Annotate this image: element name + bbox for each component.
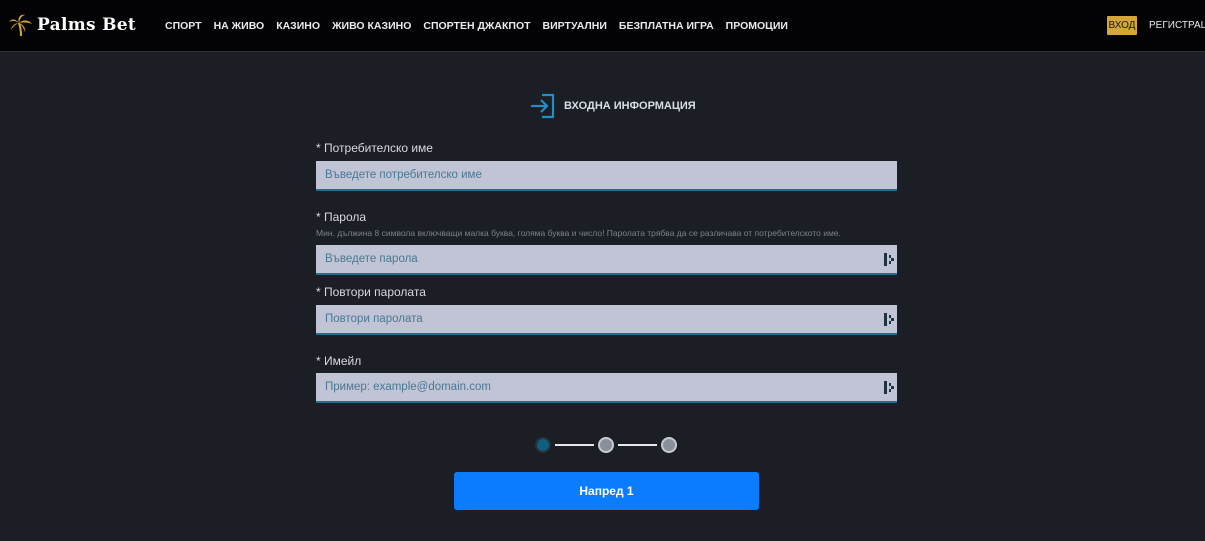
login-button[interactable]: ВХОД: [1107, 16, 1137, 35]
password-label: * Парола: [316, 210, 367, 224]
email-field-wrapper: [316, 373, 897, 403]
brand-logo[interactable]: Palms Bet: [8, 10, 136, 40]
next-step-button[interactable]: Напред 1: [454, 472, 759, 510]
step-connector: [618, 444, 657, 446]
nav-item-live-casino[interactable]: ЖИВО КАЗИНО: [332, 20, 411, 32]
main-nav: СПОРТ НА ЖИВО КАЗИНО ЖИВО КАЗИНО СПОРТЕН…: [165, 0, 800, 52]
nav-item-live[interactable]: НА ЖИВО: [214, 20, 265, 32]
password-repeat-field-wrapper: [316, 305, 897, 335]
sign-in-icon: [531, 93, 555, 119]
password-hint: Мин. дължина 8 символа включващи малка б…: [316, 228, 841, 238]
password-repeat-label: * Повтори паролата: [316, 285, 426, 299]
password-manager-icon[interactable]: [884, 313, 894, 326]
password-field-wrapper: [316, 245, 897, 275]
nav-item-free-play[interactable]: БЕЗПЛАТНА ИГРА: [619, 20, 714, 32]
password-repeat-input[interactable]: [316, 305, 897, 333]
email-label: * Имейл: [316, 354, 362, 368]
top-header: Palms Bet СПОРТ НА ЖИВО КАЗИНО ЖИВО КАЗИ…: [0, 0, 1205, 52]
nav-item-virtual[interactable]: ВИРТУАЛНИ: [543, 20, 607, 32]
password-manager-icon[interactable]: [884, 253, 894, 266]
username-input[interactable]: [316, 161, 897, 189]
section-title: ВХОДНА ИНФОРМАЦИЯ: [530, 91, 696, 121]
username-field-wrapper: [316, 161, 897, 191]
step-dot-active: [535, 437, 551, 453]
step-dot: [661, 437, 677, 453]
step-dot: [598, 437, 614, 453]
section-title-text: ВХОДНА ИНФОРМАЦИЯ: [564, 100, 696, 112]
email-input[interactable]: [316, 373, 897, 401]
password-manager-icon[interactable]: [884, 381, 894, 394]
step-indicator: [535, 437, 677, 453]
step-connector: [555, 444, 594, 446]
palm-tree-icon: [9, 14, 32, 37]
nav-item-sport[interactable]: СПОРТ: [165, 20, 202, 32]
register-link[interactable]: РЕГИСТРАЦИЯ: [1149, 20, 1205, 31]
logo-text: Palms Bet: [37, 15, 137, 35]
nav-item-promotions[interactable]: ПРОМОЦИИ: [726, 20, 788, 32]
username-label: * Потребителско име: [316, 141, 433, 155]
password-input[interactable]: [316, 245, 897, 273]
nav-item-sport-jackpot[interactable]: СПОРТЕН ДЖАКПОТ: [423, 20, 530, 32]
nav-item-casino[interactable]: КАЗИНО: [276, 20, 320, 32]
